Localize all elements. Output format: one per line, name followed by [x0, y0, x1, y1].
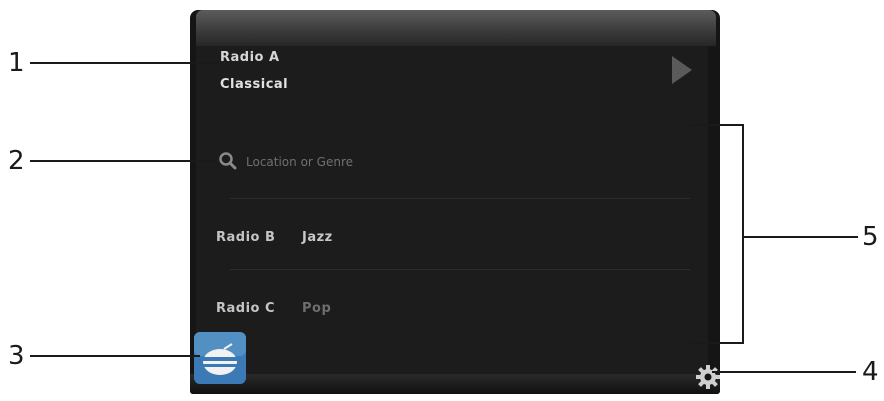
play-icon[interactable] [672, 56, 692, 84]
radio-app-icon[interactable] [194, 332, 246, 384]
list-item-radio-c[interactable]: Radio C Pop [216, 289, 686, 329]
callout-3: 3 [8, 341, 25, 371]
callout-2-line [30, 160, 216, 162]
callout-2: 2 [8, 146, 25, 176]
callout-4-line [712, 371, 856, 373]
list-divider [230, 198, 690, 199]
search-row [218, 150, 688, 174]
widget-bottom-bar [190, 374, 720, 394]
search-icon [219, 152, 237, 170]
widget-title-bar[interactable] [196, 10, 716, 46]
list-item-station: Radio C [216, 301, 276, 316]
list-item-genre: Jazz [302, 230, 333, 245]
callout-1: 1 [8, 48, 25, 78]
callout-3-line [30, 355, 200, 357]
now-playing-genre: Classical [220, 77, 289, 92]
list-item-genre: Pop [302, 301, 332, 316]
list-item-station: Radio B [216, 230, 276, 245]
search-input[interactable] [246, 152, 666, 172]
callout-5-bracket [690, 124, 744, 344]
gear-icon[interactable] [695, 364, 720, 390]
callout-5-line [744, 236, 858, 238]
radio-widget: Radio A Classical Radio B Jazz Radio C P… [190, 10, 720, 394]
callout-5: 5 [862, 222, 879, 252]
callout-1-line [30, 62, 218, 64]
list-divider [230, 269, 690, 270]
callout-4: 4 [862, 357, 879, 387]
list-item-radio-b[interactable]: Radio B Jazz [216, 218, 686, 258]
now-playing-station: Radio A [220, 50, 280, 65]
